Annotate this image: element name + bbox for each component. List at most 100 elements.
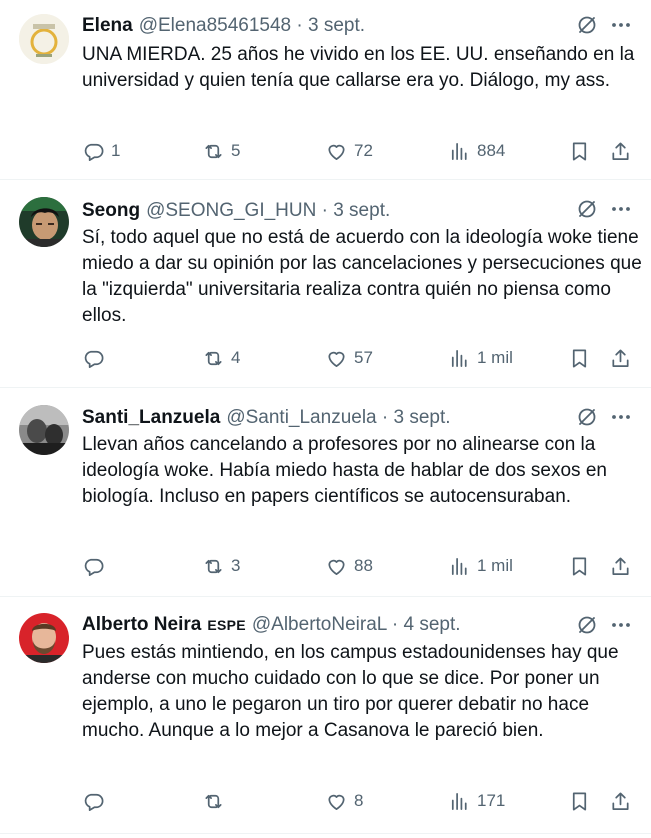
views-count: 171	[477, 791, 506, 810]
more-icon[interactable]	[609, 613, 633, 637]
reply-count: 1	[111, 141, 121, 160]
repost-count: 5	[231, 141, 241, 160]
repost-button[interactable]: 4	[202, 346, 240, 370]
repost-count: 3	[231, 556, 241, 575]
repost-icon	[205, 794, 222, 808]
like-button[interactable]: 72	[325, 139, 373, 163]
tweet-text: Sí, todo aquel que no está de acuerdo co…	[82, 227, 642, 326]
grok-icon[interactable]	[575, 613, 599, 637]
views-button[interactable]: 884	[448, 139, 505, 163]
avatar[interactable]	[19, 14, 69, 64]
tweet[interactable]: Santi_Lanzuela @Santi_Lanzuela · 3 sept.…	[0, 389, 651, 597]
avatar[interactable]	[19, 613, 69, 663]
reply-button[interactable]: 1	[82, 139, 120, 163]
bookmark-button[interactable]	[568, 789, 591, 813]
avatar-image	[19, 14, 69, 64]
views-icon	[451, 792, 467, 810]
tweet-text: Llevan años cancelando a profesores por …	[82, 434, 607, 507]
share-button[interactable]	[609, 346, 632, 370]
tweet-header: Alberto Neira ESPE @AlbertoNeiraL · 4 se…	[82, 614, 461, 636]
handle-and-date[interactable]: @AlbertoNeiraL · 4 sept.	[252, 614, 461, 636]
like-button[interactable]: 8	[325, 789, 363, 813]
views-icon	[451, 349, 467, 367]
like-button[interactable]: 57	[325, 346, 373, 370]
handle-and-date[interactable]: @Santi_Lanzuela · 3 sept.	[226, 407, 450, 429]
action-bar: 4 57 1 mil	[82, 346, 642, 370]
avatar-image	[19, 197, 69, 247]
more-icon[interactable]	[609, 197, 633, 221]
more-icon[interactable]	[609, 405, 633, 429]
like-count: 8	[354, 791, 364, 810]
like-icon	[328, 144, 345, 160]
repost-button[interactable]	[202, 789, 231, 813]
share-icon	[612, 141, 629, 160]
share-icon	[612, 348, 629, 367]
share-button[interactable]	[609, 789, 632, 813]
reply-icon	[84, 558, 104, 576]
avatar-image	[19, 405, 69, 455]
grok-icon[interactable]	[575, 13, 599, 37]
bookmark-icon	[572, 556, 587, 576]
tweet-text: Pues estás mintiendo, en los campus esta…	[82, 642, 619, 741]
reply-button[interactable]	[82, 554, 111, 578]
tweet-header: Seong @SEONG_GI_HUN · 3 sept.	[82, 200, 390, 222]
repost-count: 4	[231, 348, 241, 367]
share-icon	[612, 556, 629, 575]
like-icon	[328, 559, 345, 575]
reply-button[interactable]	[82, 346, 111, 370]
like-count: 72	[354, 141, 373, 160]
tweet-header: Santi_Lanzuela @Santi_Lanzuela · 3 sept.	[82, 407, 451, 429]
like-icon	[328, 794, 345, 810]
like-icon	[328, 351, 345, 367]
tweet[interactable]: Seong @SEONG_GI_HUN · 3 sept. Sí, todo a…	[0, 181, 651, 388]
reply-icon	[84, 793, 104, 811]
share-icon	[612, 791, 629, 810]
grok-icon[interactable]	[575, 197, 599, 221]
like-count: 57	[354, 348, 373, 367]
reply-icon	[84, 350, 104, 368]
share-button[interactable]	[609, 139, 632, 163]
repost-icon	[205, 144, 222, 158]
bookmark-button[interactable]	[568, 139, 591, 163]
repost-button[interactable]: 5	[202, 139, 240, 163]
views-count: 1 mil	[477, 556, 513, 575]
views-button[interactable]: 1 mil	[448, 346, 513, 370]
avatar[interactable]	[19, 405, 69, 455]
grok-icon[interactable]	[575, 405, 599, 429]
reply-icon	[84, 143, 104, 161]
avatar-image	[19, 613, 69, 663]
display-name[interactable]: Santi_Lanzuela	[82, 407, 220, 429]
tweet-text: UNA MIERDA. 25 años he vivido en los EE.…	[82, 44, 635, 91]
tweet[interactable]: Alberto Neira ESPE @AlbertoNeiraL · 4 se…	[0, 598, 651, 834]
action-bar: 1 5 72 884	[82, 139, 642, 163]
views-count: 1 mil	[477, 348, 513, 367]
repost-icon	[205, 351, 222, 365]
reply-button[interactable]	[82, 789, 111, 813]
views-icon	[451, 557, 467, 575]
display-name[interactable]: Seong	[82, 200, 140, 222]
bookmark-icon	[572, 791, 587, 811]
like-count: 88	[354, 556, 373, 575]
action-bar: 3 88 1 mil	[82, 554, 642, 578]
share-button[interactable]	[609, 554, 632, 578]
bookmark-icon	[572, 141, 587, 161]
repost-button[interactable]: 3	[202, 554, 240, 578]
views-button[interactable]: 1 mil	[448, 554, 513, 578]
tweet-header: Elena @Elena85461548 · 3 sept.	[82, 15, 365, 37]
handle-and-date[interactable]: @Elena85461548 · 3 sept.	[139, 15, 365, 37]
affiliation-badge[interactable]: ESPE	[207, 617, 246, 633]
views-icon	[451, 142, 467, 160]
views-button[interactable]: 171	[448, 789, 505, 813]
repost-icon	[205, 559, 222, 573]
avatar[interactable]	[19, 197, 69, 247]
action-bar: 8 171	[82, 789, 642, 813]
bookmark-button[interactable]	[568, 554, 591, 578]
handle-and-date[interactable]: @SEONG_GI_HUN · 3 sept.	[146, 200, 390, 222]
views-count: 884	[477, 141, 506, 160]
more-icon[interactable]	[609, 13, 633, 37]
display-name[interactable]: Elena	[82, 15, 133, 37]
like-button[interactable]: 88	[325, 554, 373, 578]
bookmark-button[interactable]	[568, 346, 591, 370]
tweet[interactable]: Elena @Elena85461548 · 3 sept. UNA MIERD…	[0, 0, 651, 180]
display-name[interactable]: Alberto Neira	[82, 614, 201, 636]
